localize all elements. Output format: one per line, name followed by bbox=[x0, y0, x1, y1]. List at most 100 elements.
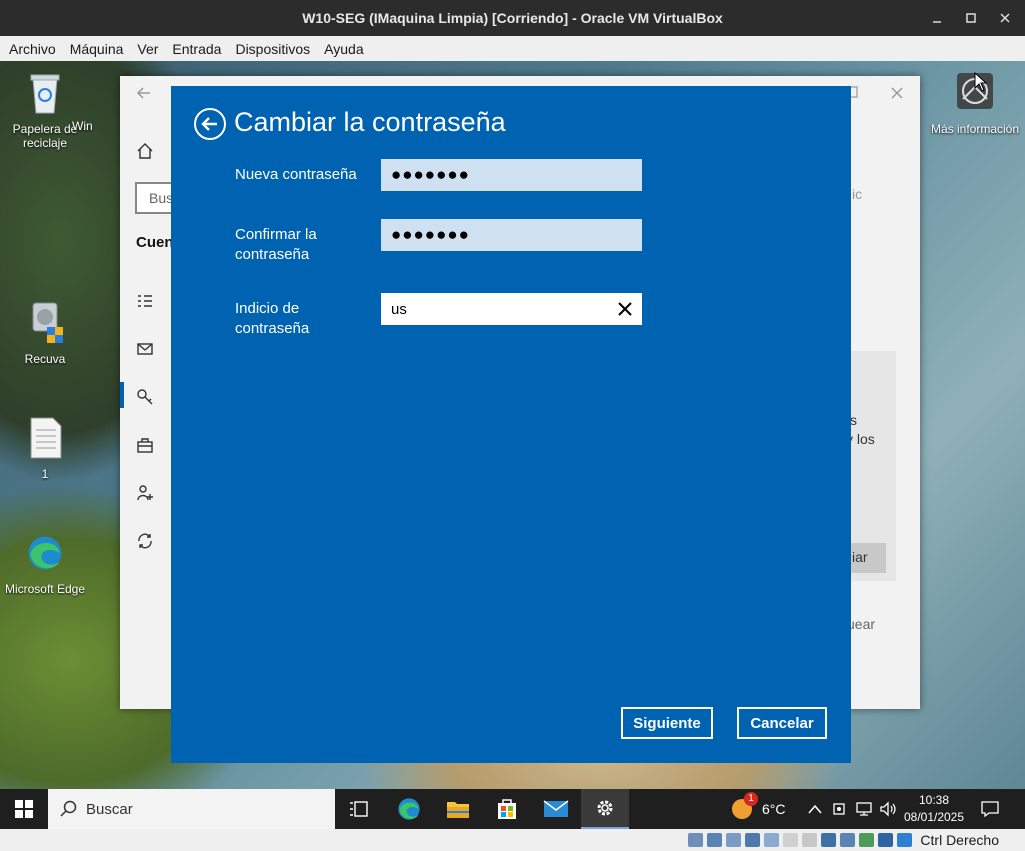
gear-icon bbox=[597, 800, 613, 816]
new-password-field[interactable]: ●●●●●●● bbox=[381, 159, 642, 191]
settings-close-icon[interactable] bbox=[890, 86, 904, 100]
recuva-icon bbox=[32, 302, 63, 343]
status-network-icon[interactable] bbox=[745, 833, 761, 847]
status-recording-icon[interactable] bbox=[821, 833, 837, 847]
edge-icon bbox=[28, 536, 62, 570]
key-icon[interactable] bbox=[136, 388, 154, 406]
settings-text-fragment-s: s bbox=[850, 412, 857, 428]
settings-link-fragment[interactable]: uear bbox=[847, 616, 875, 632]
status-cpu-icon[interactable] bbox=[840, 833, 856, 847]
desktop-icon-recuva[interactable]: Recuva bbox=[0, 301, 90, 366]
new-password-value: ●●●●●●● bbox=[391, 165, 470, 184]
menu-archivo[interactable]: Archivo bbox=[2, 41, 63, 57]
password-hint-label: Indicio de contraseña bbox=[235, 300, 310, 337]
vm-tools-icon[interactable] bbox=[832, 801, 846, 817]
close-button[interactable] bbox=[988, 0, 1022, 36]
menu-ver[interactable]: Ver bbox=[130, 41, 165, 57]
host-menu-bar: Archivo Máquina Ver Entrada Dispositivos… bbox=[0, 36, 1025, 61]
maximize-icon bbox=[966, 13, 976, 23]
menu-entrada[interactable]: Entrada bbox=[165, 41, 228, 57]
confirm-password-field[interactable]: ●●●●●●● bbox=[381, 219, 642, 251]
menu-maquina[interactable]: Máquina bbox=[63, 41, 131, 57]
clock-time: 10:38 bbox=[918, 793, 950, 807]
edge-label: Microsoft Edge bbox=[4, 582, 86, 596]
host-status-bar: Ctrl Derecho bbox=[0, 829, 1025, 851]
change-password-dialog: Cambiar la contraseña Nueva contraseña ●… bbox=[171, 86, 851, 763]
desktop-icon-partial[interactable]: Win bbox=[72, 119, 122, 133]
next-button[interactable]: Siguiente bbox=[621, 707, 713, 739]
minimize-icon bbox=[933, 21, 941, 23]
taskbar-search-box[interactable]: Buscar bbox=[48, 789, 335, 829]
partial-icon-label: Win bbox=[72, 119, 93, 133]
maximize-button[interactable] bbox=[954, 0, 988, 36]
host-key-label: Ctrl Derecho bbox=[920, 832, 999, 848]
mouse-pointer-icon bbox=[974, 72, 988, 92]
confirm-password-label: Confirmar la contraseña bbox=[235, 226, 317, 263]
status-keyboard-icon[interactable] bbox=[897, 833, 913, 847]
status-mouse-icon[interactable] bbox=[878, 833, 894, 847]
taskbar-edge[interactable] bbox=[385, 789, 433, 829]
add-person-icon[interactable] bbox=[136, 484, 154, 502]
status-audio-icon[interactable] bbox=[726, 833, 742, 847]
menu-dispositivos[interactable]: Dispositivos bbox=[228, 41, 317, 57]
recycle-bin-icon bbox=[30, 74, 60, 114]
mail-icon bbox=[543, 800, 569, 817]
file-label: 1 bbox=[41, 467, 49, 481]
taskbar-clock[interactable]: 10:38 08/01/2025 bbox=[900, 792, 968, 826]
new-password-label: Nueva contraseña bbox=[235, 166, 357, 183]
taskbar-file-explorer[interactable] bbox=[434, 789, 482, 829]
mail-icon[interactable] bbox=[136, 340, 154, 358]
temperature: 6°C bbox=[762, 801, 786, 817]
status-shared-folders-icon[interactable] bbox=[783, 833, 799, 847]
dialog-title: Cambiar la contraseña bbox=[234, 107, 506, 137]
minimize-button[interactable] bbox=[920, 0, 954, 36]
weather-widget[interactable]: 1 6°C bbox=[732, 789, 786, 829]
taskbar: Buscar 1 6°C 10:38 08/01/2025 bbox=[0, 789, 1025, 829]
text-file-icon bbox=[30, 417, 62, 459]
start-button[interactable] bbox=[0, 789, 48, 829]
desktop-icon-recycle-bin[interactable]: Papelera de reciclaje bbox=[0, 71, 90, 150]
folder-icon bbox=[447, 802, 469, 818]
password-hint-value: us bbox=[391, 300, 407, 318]
weather-icon: 1 bbox=[732, 792, 758, 819]
more-info-label: Más información bbox=[930, 122, 1020, 136]
windows-logo-icon bbox=[15, 800, 33, 818]
task-view-button[interactable] bbox=[335, 789, 383, 829]
cancel-button[interactable]: Cancelar bbox=[737, 707, 827, 739]
volume-icon[interactable] bbox=[879, 801, 897, 817]
status-guest-additions-icon[interactable] bbox=[859, 833, 875, 847]
desktop-icon-file[interactable]: 1 bbox=[0, 416, 90, 481]
confirm-password-value: ●●●●●●● bbox=[391, 225, 470, 244]
chevron-up-icon[interactable] bbox=[808, 803, 822, 815]
sync-icon[interactable] bbox=[136, 532, 154, 550]
nav-selected-indicator bbox=[120, 382, 124, 408]
host-window-title: W10-SEG (IMaquina Limpia) [Corriendo] - … bbox=[302, 10, 723, 26]
back-arrow-icon[interactable] bbox=[136, 86, 152, 100]
status-usb-icon[interactable] bbox=[764, 833, 780, 847]
briefcase-icon[interactable] bbox=[136, 436, 154, 454]
desktop-icon-edge[interactable]: Microsoft Edge bbox=[0, 531, 90, 596]
edge-icon bbox=[398, 798, 420, 820]
taskbar-mail[interactable] bbox=[532, 789, 580, 829]
network-icon[interactable] bbox=[855, 801, 873, 817]
store-icon bbox=[498, 799, 516, 819]
status-hdd-icon[interactable] bbox=[688, 833, 704, 847]
notifications-icon[interactable] bbox=[981, 800, 999, 818]
status-display-icon[interactable] bbox=[802, 833, 818, 847]
task-view-icon bbox=[350, 801, 368, 817]
menu-ayuda[interactable]: Ayuda bbox=[317, 41, 370, 57]
recuva-label: Recuva bbox=[24, 352, 66, 366]
taskbar-store[interactable] bbox=[483, 789, 531, 829]
home-icon[interactable] bbox=[136, 142, 154, 160]
weather-badge: 1 bbox=[744, 792, 758, 806]
settings-text-fragment: ic bbox=[852, 186, 863, 202]
dialog-back-button[interactable] bbox=[194, 108, 226, 140]
taskbar-settings[interactable] bbox=[581, 789, 629, 829]
password-hint-input[interactable]: us bbox=[381, 293, 642, 325]
clear-field-icon[interactable] bbox=[614, 298, 636, 320]
close-icon bbox=[1000, 13, 1010, 23]
account-info-icon[interactable] bbox=[136, 292, 154, 310]
status-optical-icon[interactable] bbox=[707, 833, 723, 847]
back-arrow-icon bbox=[201, 117, 217, 131]
clock-date: 08/01/2025 bbox=[903, 810, 965, 824]
